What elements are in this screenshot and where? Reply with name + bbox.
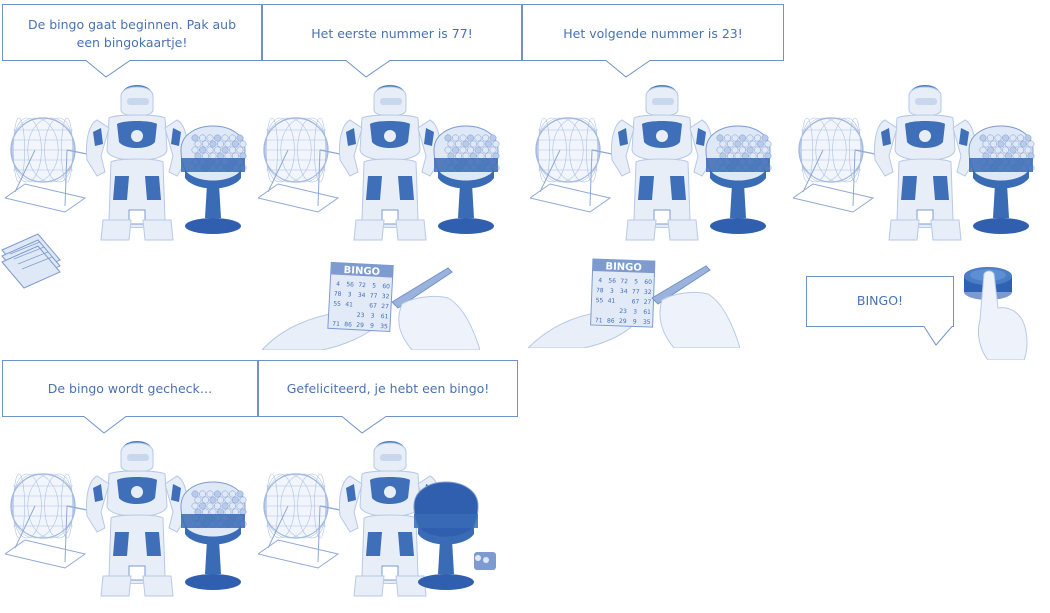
ball-dispenser-globe-icon (433, 125, 500, 234)
scene-6 (258, 436, 508, 606)
bingo-card-cell: 9 (633, 318, 637, 325)
nao-robot-icon (874, 85, 976, 241)
bingo-card-cell: 71 (595, 317, 603, 324)
nao-robot-icon (339, 85, 441, 241)
bingo-card-cell: 67 (369, 302, 377, 309)
speech-bubble-congratulations: Gefeliciteerd, je hebt een bingo! (258, 360, 518, 434)
bingo-cage-icon (5, 473, 88, 569)
bingo-card-cell: 60 (382, 283, 390, 290)
bingo-card-cell: 56 (608, 278, 616, 285)
speech-bubble-start: De bingo gaat beginnen. Pak aub een bing… (2, 4, 262, 78)
ball-dispenser-globe-icon (180, 125, 247, 234)
scene-2 (258, 80, 508, 250)
bingo-card-cell: 55 (333, 301, 341, 308)
nao-robot-icon (86, 441, 188, 597)
bingo-card-cell: 41 (608, 298, 616, 305)
bingo-card-cell: 61 (643, 309, 651, 316)
speech-bubble-start-text: De bingo gaat beginnen. Pak aub een bing… (27, 17, 237, 50)
speech-bubble-next-number: Het volgende nummer is 23! (522, 4, 784, 78)
bingo-card-cell: 77 (370, 292, 378, 299)
bingo-card-cell: 9 (370, 322, 374, 329)
bingo-card-cell: 78 (334, 291, 342, 298)
scene-3 (530, 80, 780, 250)
bingo-card-cell: 3 (610, 288, 614, 295)
speech-bubble-next-number-text: Het volgende nummer is 23! (563, 26, 743, 41)
bingo-card-cell: 71 (332, 320, 340, 327)
bingo-cage-icon (258, 117, 341, 213)
bingo-card-cell: 3 (370, 312, 374, 319)
speech-bubble-checking-text: De bingo wordt gecheck… (47, 381, 213, 396)
nao-robot-icon (86, 85, 188, 241)
speech-bubble-bingo-call-text: BINGO! (856, 293, 904, 308)
speech-bubble-bingo-call: BINGO! (806, 276, 954, 346)
bingo-card-cell: 32 (644, 289, 652, 296)
bingo-card-cell: 34 (620, 288, 628, 295)
bingo-card-cell: 5 (372, 283, 376, 290)
bingo-card-cell: 4 (598, 277, 602, 284)
bingo-cage-icon (530, 117, 613, 213)
bingo-card-cell: 78 (596, 287, 604, 294)
scene-5 (5, 436, 255, 606)
bingo-card-cell: 56 (346, 281, 354, 288)
bingo-card-cell: 27 (644, 299, 652, 306)
bingo-card-cell: 67 (632, 298, 640, 305)
bingo-card-cell: 23 (619, 308, 627, 315)
hand-pressing-button-icon (962, 262, 1032, 361)
speech-bubble-congratulations-text: Gefeliciteerd, je hebt een bingo! (286, 381, 490, 396)
bingo-card-cell: 77 (632, 288, 640, 295)
hand-marking-card-icon: BINGO 4 56 72 5 60 78 3 34 77 32 55 41 67 27 23 3 61 71 86… (260, 258, 481, 351)
bingo-card-cell: 72 (358, 282, 366, 289)
ball-dispenser-globe-icon (180, 481, 247, 590)
bingo-card-cell: 29 (619, 318, 627, 325)
bingo-card-cell: 35 (380, 323, 388, 330)
bingo-card-cell: 61 (381, 313, 389, 320)
bingo-card-cell: 60 (644, 279, 652, 286)
bingo-card-cell: 27 (381, 303, 389, 310)
bingo-card-cell: 41 (345, 301, 353, 308)
ball-dispenser-globe-icon (968, 125, 1035, 234)
bingo-card-header-2: BINGO (605, 261, 642, 273)
bingo-card-cell: 86 (344, 321, 352, 328)
bingo-card-cell: 4 (336, 281, 340, 288)
bingo-card-cell: 3 (633, 308, 637, 315)
bingo-cage-icon (793, 117, 876, 213)
ball-dispenser-globe-icon (413, 481, 496, 590)
bingo-cage-icon (258, 473, 341, 569)
bingo-card-cell: 3 (348, 291, 352, 298)
ball-dispenser-globe-icon (705, 125, 772, 234)
scene-4 (793, 80, 1043, 250)
hand-marking-card-icon-2: BINGO 4 56 72 5 60 78 3 34 77 32 55 41 67 27 23 3 61 71 86… (526, 256, 741, 349)
nao-robot-icon (611, 85, 713, 241)
speech-bubble-checking: De bingo wordt gecheck… (2, 360, 258, 434)
bingo-card-cell: 35 (643, 319, 651, 326)
bingo-card-cell: 32 (382, 293, 390, 300)
speech-bubble-first-number-text: Het eerste nummer is 77! (311, 26, 473, 41)
bingo-card-cell: 5 (634, 278, 638, 285)
bingo-card-cell: 86 (607, 317, 615, 324)
bingo-card-cell: 23 (357, 312, 365, 319)
bingo-cards-stack-icon (0, 230, 62, 292)
speech-bubble-first-number: Het eerste nummer is 77! (262, 4, 522, 78)
scene-1 (5, 80, 255, 250)
bingo-card-cell: 72 (620, 278, 628, 285)
bingo-card-cell: 55 (596, 297, 604, 304)
bingo-card-cell: 29 (356, 322, 364, 329)
bingo-card-header: BINGO (343, 265, 380, 278)
bingo-cage-icon (5, 117, 88, 213)
bingo-card-cell: 34 (358, 292, 366, 299)
